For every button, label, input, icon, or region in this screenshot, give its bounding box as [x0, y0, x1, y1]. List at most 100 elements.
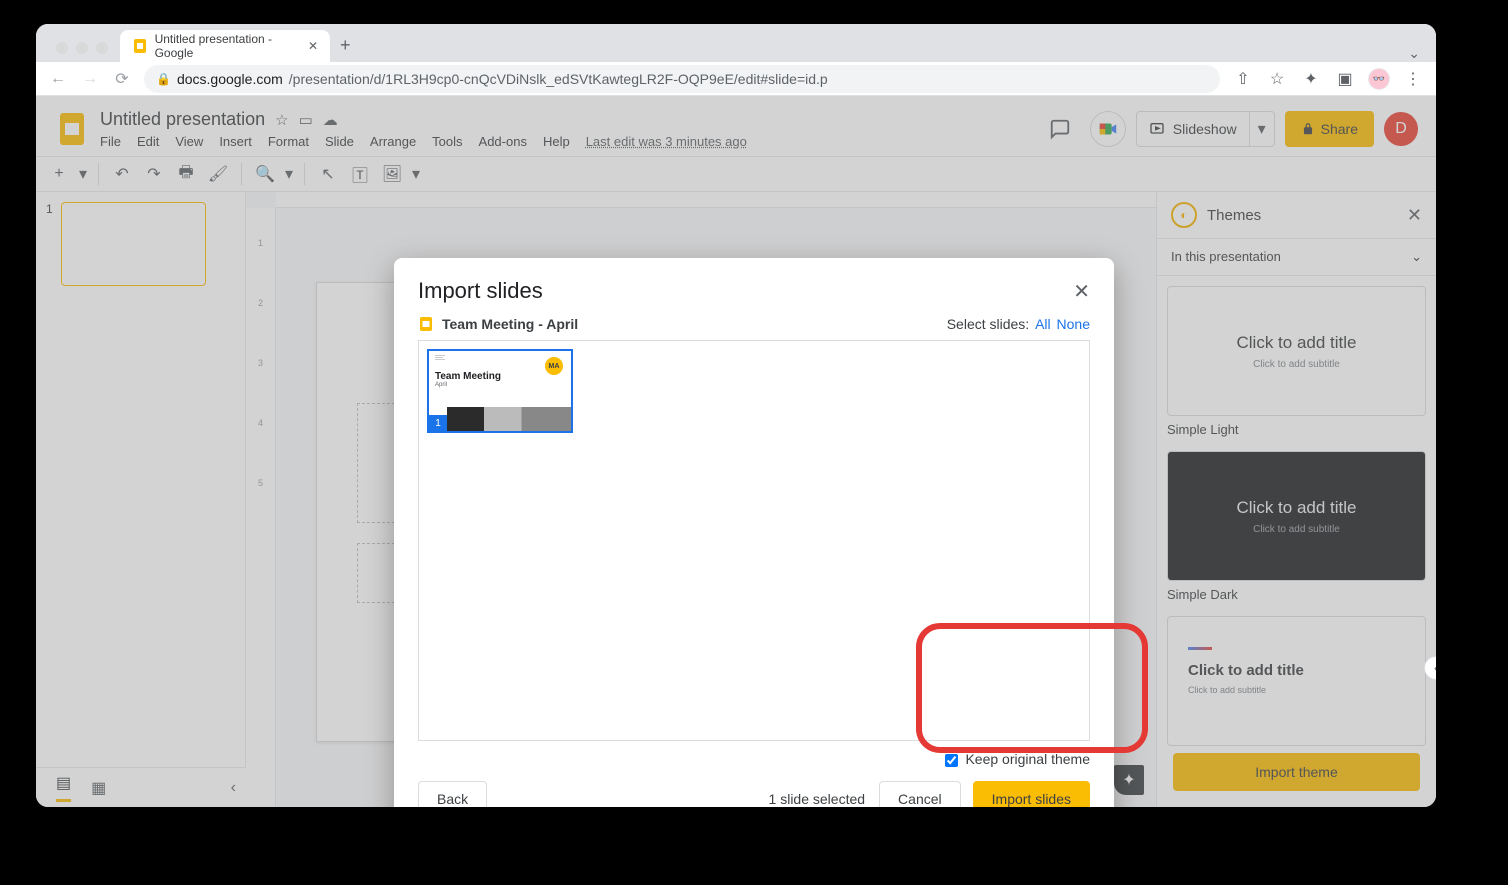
slide-thumb-1[interactable]: 1	[46, 202, 235, 286]
import-slides-button[interactable]: Import slides	[973, 781, 1090, 807]
explore-button[interactable]: ✦	[1114, 765, 1144, 795]
select-all-link[interactable]: All	[1035, 316, 1051, 332]
traffic-max-icon[interactable]	[96, 42, 108, 54]
menu-tools[interactable]: Tools	[432, 134, 462, 149]
slide-thumb-preview	[61, 202, 206, 286]
keep-theme-text: Keep original theme	[965, 751, 1090, 767]
menu-help[interactable]: Help	[543, 134, 570, 149]
select-tool[interactable]: ↖	[313, 159, 343, 189]
paint-format-button[interactable]: 🖌	[203, 159, 233, 189]
menu-slide[interactable]: Slide	[325, 134, 354, 149]
themes-section-header[interactable]: In this presentation ⌄	[1157, 239, 1436, 276]
url-domain: docs.google.com	[177, 71, 283, 87]
address-bar: ← → ⟳ 🔒 docs.google.com/presentation/d/1…	[36, 62, 1436, 96]
move-icon[interactable]: ▭	[299, 111, 313, 129]
undo-button[interactable]: ↶	[107, 159, 137, 189]
image-menu-icon[interactable]: ▾	[409, 159, 423, 189]
modal-slide-grid: MA Team Meeting April 1	[418, 340, 1090, 741]
slides-logo-icon[interactable]	[52, 109, 92, 149]
zoom-button[interactable]: 🔍	[250, 159, 280, 189]
tab-title: Untitled presentation - Google	[155, 32, 300, 60]
play-rect-icon	[1149, 121, 1165, 137]
new-tab-button[interactable]: +	[330, 29, 361, 62]
keep-theme-checkbox[interactable]	[945, 754, 958, 767]
traffic-min-icon[interactable]	[76, 42, 88, 54]
slides-favicon-icon	[132, 38, 147, 54]
nav-back-icon[interactable]: ←	[48, 70, 68, 88]
url-input[interactable]: 🔒 docs.google.com/presentation/d/1RL3H9c…	[144, 65, 1220, 93]
comments-icon[interactable]	[1040, 109, 1080, 149]
extensions-icon[interactable]: ✦	[1300, 69, 1322, 89]
nav-forward-icon[interactable]: →	[80, 70, 100, 88]
zoom-menu-icon[interactable]: ▾	[282, 159, 296, 189]
share-button[interactable]: Share	[1285, 111, 1374, 147]
bookmark-icon[interactable]: ☆	[1266, 69, 1288, 89]
theme-card-streamline[interactable]: Click to add title Click to add subtitle	[1167, 616, 1426, 746]
select-none-link[interactable]: None	[1057, 316, 1090, 332]
themes-section-label: In this presentation	[1171, 249, 1281, 265]
tabs-chevron-icon[interactable]: ⌄	[1408, 45, 1420, 62]
browser-tab[interactable]: Untitled presentation - Google ✕	[120, 30, 330, 62]
redo-button[interactable]: ↷	[139, 159, 169, 189]
share-url-icon[interactable]: ⇧	[1232, 69, 1254, 89]
new-slide-menu-icon[interactable]: ▾	[76, 159, 90, 189]
textbox-tool[interactable]: 🅃	[345, 159, 375, 189]
select-slides-label: Select slides:	[947, 316, 1029, 332]
star-icon[interactable]: ☆	[275, 111, 288, 129]
keep-theme-row: Keep original theme	[394, 741, 1114, 767]
url-path: /presentation/d/1RL3H9cp0-cnQcVDiNslk_ed…	[289, 71, 828, 87]
profile-avatar-icon[interactable]: 👓	[1368, 68, 1390, 90]
import-slide-thumb-1[interactable]: MA Team Meeting April 1	[427, 349, 573, 433]
nav-reload-icon[interactable]: ⟳	[112, 69, 132, 89]
menu-insert[interactable]: Insert	[219, 134, 252, 149]
back-label: Back	[437, 791, 468, 807]
sidepanel-icon[interactable]: ▣	[1334, 69, 1356, 89]
toolbar: +▾ ↶ ↷ 🖶 🖌 🔍▾ ↖ 🅃 🖼▾	[36, 156, 1436, 192]
theme-title: Click to add title	[1188, 662, 1304, 679]
menu-addons[interactable]: Add-ons	[479, 134, 527, 149]
kebab-menu-icon[interactable]: ⋮	[1402, 69, 1424, 89]
collapse-filmstrip-icon[interactable]: ‹	[231, 779, 236, 797]
menu-bar: File Edit View Insert Format Slide Arran…	[100, 134, 747, 149]
themes-palette-icon: ◐	[1171, 202, 1197, 228]
back-button[interactable]: Back	[418, 781, 487, 807]
last-edit-label[interactable]: Last edit was 3 minutes ago	[586, 134, 747, 149]
image-tool[interactable]: 🖼	[377, 159, 407, 189]
account-avatar[interactable]: D	[1384, 112, 1418, 146]
doc-title[interactable]: Untitled presentation	[100, 109, 265, 130]
print-button[interactable]: 🖶	[171, 159, 201, 189]
slideshow-button[interactable]: Slideshow ▾	[1136, 111, 1275, 147]
thumb-image	[447, 407, 571, 431]
cloud-status-icon[interactable]: ☁	[323, 111, 338, 129]
keep-theme-label[interactable]: Keep original theme	[945, 751, 1090, 767]
themes-close-icon[interactable]: ✕	[1407, 205, 1422, 226]
header-actions: Slideshow ▾ Share D	[1040, 109, 1428, 149]
grid-view-icon[interactable]: ▦	[91, 778, 106, 798]
import-theme-button[interactable]: Import theme	[1173, 753, 1420, 791]
menu-view[interactable]: View	[175, 134, 203, 149]
menu-format[interactable]: Format	[268, 134, 309, 149]
menu-file[interactable]: File	[100, 134, 121, 149]
menu-edit[interactable]: Edit	[137, 134, 159, 149]
cancel-button[interactable]: Cancel	[879, 781, 961, 807]
slides-app: Untitled presentation ☆ ▭ ☁ File Edit Vi…	[36, 96, 1436, 807]
theme-accent-bar	[1188, 647, 1212, 650]
lock-icon: 🔒	[156, 72, 171, 86]
theme-label: Simple Light	[1167, 422, 1426, 437]
menu-arrange[interactable]: Arrange	[370, 134, 416, 149]
modal-close-icon[interactable]: ✕	[1073, 279, 1090, 304]
theme-title: Click to add title	[1237, 333, 1357, 353]
filmstrip-view-icon[interactable]: ▤	[56, 773, 71, 802]
traffic-close-icon[interactable]	[56, 42, 68, 54]
account-initial: D	[1395, 120, 1407, 138]
tab-close-icon[interactable]: ✕	[308, 39, 318, 53]
new-slide-button[interactable]: +	[44, 159, 74, 189]
themes-list: Click to add title Click to add subtitle…	[1157, 276, 1436, 753]
slideshow-dropdown-icon[interactable]: ▾	[1250, 119, 1274, 139]
import-label: Import slides	[992, 791, 1071, 807]
theme-card-simple-dark[interactable]: Click to add title Click to add subtitle	[1167, 451, 1426, 581]
theme-card-simple-light[interactable]: Click to add title Click to add subtitle	[1167, 286, 1426, 416]
traffic-lights	[44, 30, 120, 62]
ruler-tick: 4	[258, 418, 263, 428]
meet-icon[interactable]	[1090, 111, 1126, 147]
